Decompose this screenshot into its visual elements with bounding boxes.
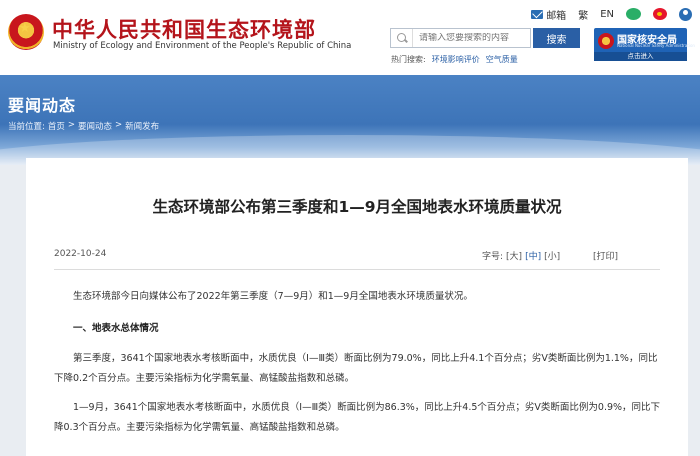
mail-icon bbox=[531, 9, 544, 19]
search-input[interactable] bbox=[413, 33, 523, 43]
search-icon bbox=[391, 29, 413, 47]
mail-link[interactable]: 邮箱 bbox=[531, 7, 566, 22]
hot-search: 热门搜索: 环境影响评价 空气质量 bbox=[391, 54, 518, 65]
article-subheading: 一、地表水总体情况 bbox=[73, 323, 159, 334]
font-size-large[interactable]: [大] bbox=[506, 249, 522, 262]
article-date: 2022-10-24 bbox=[54, 249, 107, 259]
font-size-small[interactable]: [小] bbox=[544, 249, 560, 262]
article-divider bbox=[54, 269, 660, 270]
english-link[interactable]: EN bbox=[600, 9, 614, 20]
section-banner: 要闻动态 当前位置: 首页 > 要闻动态 > 新闻发布 bbox=[0, 75, 700, 165]
print-link[interactable]: [打印] bbox=[593, 249, 618, 262]
breadcrumb-label: 当前位置: bbox=[8, 122, 45, 132]
hot-search-item-eia[interactable]: 环境影响评价 bbox=[432, 54, 480, 65]
section-title: 要闻动态 bbox=[8, 96, 77, 115]
traditional-chinese-link[interactable]: 繁 bbox=[578, 7, 588, 22]
site-subtitle: Ministry of Ecology and Environment of t… bbox=[53, 41, 352, 51]
hot-search-item-air-quality[interactable]: 空气质量 bbox=[486, 54, 518, 65]
nnsa-logo-icon bbox=[598, 33, 614, 49]
breadcrumb-separator: > bbox=[115, 120, 123, 130]
top-links: 邮箱 繁 EN bbox=[531, 6, 692, 22]
font-size-medium[interactable]: [中] bbox=[525, 249, 541, 262]
accessibility-icon[interactable] bbox=[679, 7, 692, 21]
article-paragraph: 第三季度，3641个国家地表水考核断面中，水质优良（Ⅰ—Ⅲ类）断面比例为79.0… bbox=[54, 353, 658, 384]
nnsa-entry-banner[interactable]: 国家核安全局 National Nuclear Safety Administr… bbox=[594, 28, 695, 61]
breadcrumb-press-release[interactable]: 新闻发布 bbox=[125, 120, 159, 132]
site-header: 中华人民共和国生态环境部 Ministry of Ecology and Env… bbox=[0, 0, 700, 75]
article-title: 生态环境部公布第三季度和1—9月全国地表水环境质量状况 bbox=[152, 198, 562, 216]
article-paragraph: 生态环境部今日向媒体公布了2022年第三季度（7—9月）和1—9月全国地表水环境… bbox=[73, 291, 473, 302]
search-box bbox=[390, 28, 531, 48]
nnsa-enter-label: 点击进入 bbox=[594, 52, 687, 61]
breadcrumb-news[interactable]: 要闻动态 bbox=[78, 120, 112, 132]
weibo-icon[interactable] bbox=[653, 8, 667, 20]
font-size-label: 字号: bbox=[482, 252, 504, 262]
breadcrumb-separator: > bbox=[67, 120, 76, 130]
font-size-controls: 字号: [大] [中] [小] bbox=[482, 249, 560, 262]
article-paragraph: 1—9月，3641个国家地表水考核断面中，水质优良（Ⅰ—Ⅲ类）断面比例为86.3… bbox=[54, 402, 661, 433]
article-card: 生态环境部公布第三季度和1—9月全国地表水环境质量状况 2022-10-24 字… bbox=[26, 158, 688, 456]
national-emblem-icon[interactable] bbox=[8, 14, 44, 50]
wechat-icon[interactable] bbox=[626, 8, 641, 20]
hot-search-label: 热门搜索: bbox=[391, 55, 426, 64]
search-button[interactable]: 搜索 bbox=[533, 28, 580, 48]
mail-label: 邮箱 bbox=[546, 10, 567, 22]
breadcrumb: 当前位置: 首页 > 要闻动态 > 新闻发布 bbox=[8, 120, 159, 132]
breadcrumb-home[interactable]: 首页 bbox=[48, 120, 65, 132]
site-title[interactable]: 中华人民共和国生态环境部 bbox=[52, 14, 316, 44]
nnsa-english-name: National Nuclear Safety Administration bbox=[617, 43, 695, 48]
